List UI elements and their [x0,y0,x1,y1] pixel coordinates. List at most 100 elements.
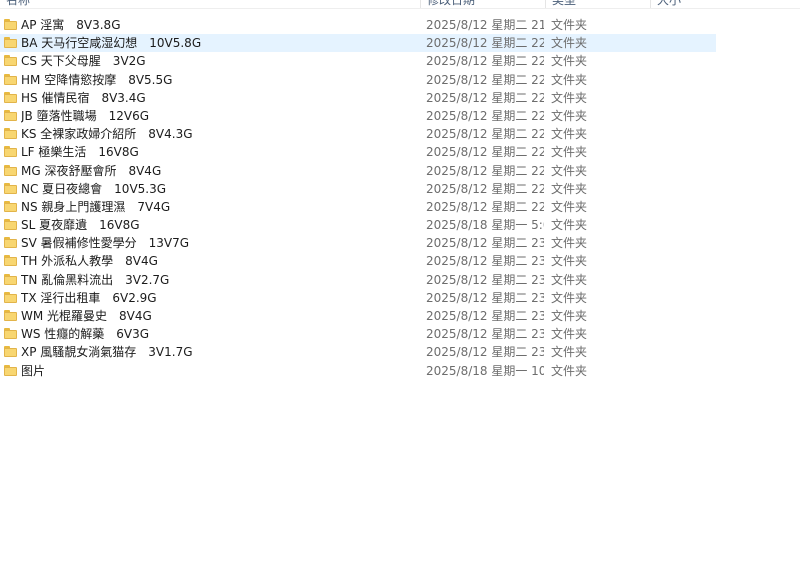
column-header-name[interactable]: 名称 [0,0,420,8]
file-name[interactable]: 图片 [21,362,416,380]
folder-icon [4,73,17,85]
file-type: 文件夹 [551,254,588,269]
folder-icon [4,182,17,194]
folder-icon [4,310,17,321]
folder-icon [4,346,17,358]
folder-icon [4,109,17,121]
modified-date: 2025/8/12 星期二 22:... [426,163,544,178]
file-name[interactable]: LF 極樂生活 16V8G [21,143,416,161]
column-header-type[interactable]: 类型 [545,0,650,8]
file-type: 文件夹 [551,72,588,87]
column-header: 名称 修改日期 类型 大小 [0,0,800,9]
file-row[interactable]: SV 暑假補修性愛學分 13V7G 2025/8/12 星期二 23:... 文件夹 [0,234,716,252]
file-size [656,289,716,307]
file-row[interactable]: AP 淫寓 8V3.8G 2025/8/12 星期二 21:... 文件夹 [0,16,716,34]
column-header-size[interactable]: 大小 [650,0,720,8]
file-row[interactable]: TH 外派私人教學 8V4G 2025/8/12 星期二 23:... 文件夹 [0,252,716,270]
modified-date: 2025/8/12 星期二 23:... [426,254,544,269]
file-name[interactable]: JB 墮落性職場 12V6G [21,107,416,125]
file-size [656,198,716,216]
file-name[interactable]: SL 夏夜靡遺 16V8G [21,216,416,234]
file-size [656,216,716,234]
file-row[interactable]: NS 親身上門護理濕 7V4G 2025/8/12 星期二 22:... 文件夹 [0,198,716,216]
modified-date: 2025/8/12 星期二 23:... [426,272,544,287]
file-type: 文件夹 [551,199,588,214]
folder-icon [4,255,17,267]
file-row[interactable]: WM 光棍羅曼史 8V4G 2025/8/12 星期二 23:... 文件夹 [0,307,716,325]
file-name[interactable]: MG 深夜舒壓會所 8V4G [21,162,416,180]
file-type: 文件夹 [551,36,588,51]
file-type: 文件夹 [551,18,588,32]
file-row[interactable]: HS 催情民宿 8V3.4G 2025/8/12 星期二 22:... 文件夹 [0,89,716,107]
file-type: 文件夹 [551,290,588,305]
modified-date: 2025/8/12 星期二 23:... [426,345,544,360]
modified-date: 2025/8/12 星期二 22:... [426,181,544,196]
file-name[interactable]: SV 暑假補修性愛學分 13V7G [21,234,416,252]
file-row[interactable]: TN 亂倫黑料流出 3V2.7G 2025/8/12 星期二 23:... 文件夹 [0,271,716,289]
file-row[interactable]: CS 天下父母腥 3V2G 2025/8/12 星期二 22:... 文件夹 [0,52,716,70]
file-row[interactable]: WS 性癮的解藥 6V3G 2025/8/12 星期二 23:... 文件夹 [0,325,716,343]
file-row[interactable]: BA 天马行空咸湿幻想 10V5.8G 2025/8/12 星期二 22:... 文… [0,34,716,53]
file-size [656,234,716,252]
file-size [656,71,716,89]
file-type: 文件夹 [551,145,588,160]
file-name[interactable]: CS 天下父母腥 3V2G [21,52,416,70]
file-list: AP 淫寓 8V3.8G2025/8/12 星期二 21:...文件夹BA 天马… [0,16,800,380]
file-explorer-list: 名称 修改日期 类型 大小 AP 淫寓 8V3.8G 2025/8/12 星期二 … [0,0,800,569]
file-type: 文件夹 [551,108,588,123]
file-type: 文件夹 [551,90,588,105]
file-size [656,143,716,161]
file-size [656,307,716,325]
file-name[interactable]: TN 亂倫黑料流出 3V2.7G [21,271,416,289]
file-type: 文件夹 [551,54,588,69]
file-row[interactable]: TX 淫行出租車 6V2.9G 2025/8/12 星期二 23:... 文件夹 [0,289,716,307]
file-row[interactable]: MG 深夜舒壓會所 8V4G 2025/8/12 星期二 22:... 文件夹 [0,162,716,180]
file-name[interactable]: NS 親身上門護理濕 7V4G [21,198,416,216]
file-name[interactable]: KS 全裸家政婦介紹所 8V4.3G [21,125,416,143]
folder-icon [4,146,17,158]
file-size [656,107,716,125]
file-size [656,162,716,180]
file-name[interactable]: WM 光棍羅曼史 8V4G [21,307,416,325]
file-size [656,362,716,380]
file-row[interactable]: KS 全裸家政婦介紹所 8V4.3G 2025/8/12 星期二 22:... 文件… [0,125,716,143]
file-row[interactable]: HM 空降情慾按摩 8V5.5G 2025/8/12 星期二 22:... 文件夹 [0,71,716,89]
file-row[interactable]: LF 極樂生活 16V8G 2025/8/12 星期二 22:... 文件夹 [0,143,716,161]
file-row[interactable]: XP 風騷靚女淌氣猫存 3V1.7G 2025/8/12 星期二 23:... 文件… [0,343,716,361]
file-row[interactable]: NC 夏日夜總會 10V5.3G 2025/8/12 星期二 22:... 文件夹 [0,180,716,198]
modified-date: 2025/8/12 星期二 22:... [426,127,544,142]
file-row[interactable]: 图片 2025/8/18 星期一 10:... 文件夹 [0,362,716,380]
modified-date: 2025/8/12 星期二 23:... [426,236,544,251]
file-size [656,271,716,289]
file-row[interactable]: JB 墮落性職場 12V6G 2025/8/12 星期二 22:... 文件夹 [0,107,716,125]
modified-date: 2025/8/18 星期一 5:01 [426,218,544,233]
file-name[interactable]: TH 外派私人教學 8V4G [21,252,416,270]
file-row[interactable]: SL 夏夜靡遺 16V8G 2025/8/18 星期一 5:01 文件夹 [0,216,716,234]
file-name[interactable]: TX 淫行出租車 6V2.9G [21,289,416,307]
file-size [656,52,716,70]
column-header-date[interactable]: 修改日期 [420,0,545,8]
modified-date: 2025/8/12 星期二 22:... [426,36,544,51]
file-name[interactable]: WS 性癮的解藥 6V3G [21,325,416,343]
file-name[interactable]: NC 夏日夜總會 10V5.3G [21,180,416,198]
folder-icon [4,273,17,285]
file-type: 文件夹 [551,345,588,360]
file-name[interactable]: BA 天马行空咸湿幻想 10V5.8G [21,34,416,52]
file-name[interactable]: HS 催情民宿 8V3.4G [21,89,416,107]
folder-icon [4,19,17,30]
folder-icon [4,219,17,231]
file-size [656,343,716,361]
file-type: 文件夹 [551,236,588,251]
file-name[interactable]: HM 空降情慾按摩 8V5.5G [21,71,416,89]
folder-icon [4,200,17,212]
folder-icon [4,91,17,103]
file-type: 文件夹 [551,127,588,142]
file-type: 文件夹 [551,363,588,378]
modified-date: 2025/8/12 星期二 23:... [426,309,544,323]
file-type: 文件夹 [551,181,588,196]
file-type: 文件夹 [551,327,588,342]
file-name[interactable]: AP 淫寓 8V3.8G [21,16,416,34]
file-name[interactable]: XP 風騷靚女淌氣猫存 3V1.7G [21,343,416,361]
modified-date: 2025/8/12 星期二 21:... [426,18,544,32]
file-size [656,252,716,270]
